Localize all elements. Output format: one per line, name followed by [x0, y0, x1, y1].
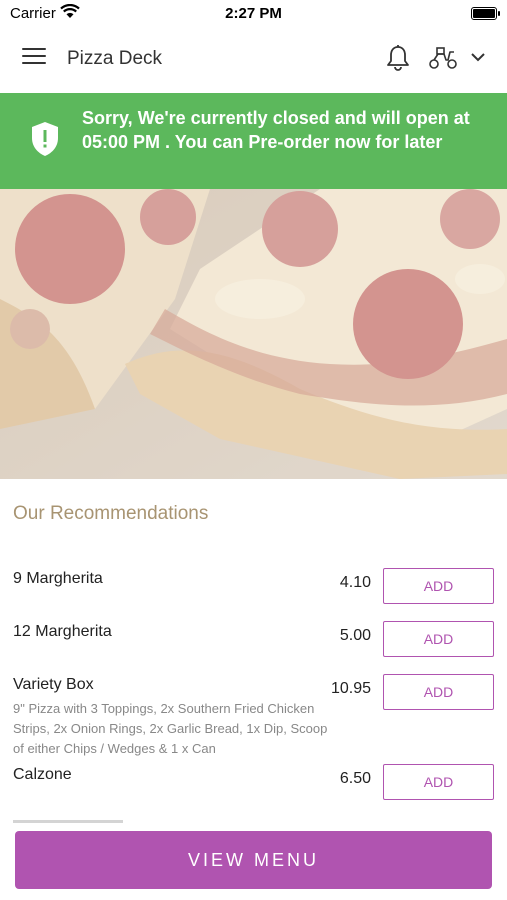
battery-icon — [471, 7, 500, 20]
item-name: 12 Margherita — [13, 623, 112, 640]
item-price: 4.10 — [339, 574, 371, 591]
hero-pizza-image — [0, 189, 507, 479]
closed-notice-banner: Sorry, We're currently closed and will o… — [0, 93, 507, 189]
item-name: 9 Margherita — [13, 570, 103, 587]
clipped-list-item — [13, 818, 143, 824]
add-button[interactable]: ADD — [383, 621, 494, 657]
section-title-recommendations: Our Recommendations — [13, 503, 209, 524]
item-description: 9" Pizza with 3 Toppings, 2x Southern Fr… — [13, 701, 328, 756]
item-price: 10.95 — [330, 680, 371, 697]
add-button[interactable]: ADD — [383, 674, 494, 710]
closed-notice-text: Sorry, We're currently closed and will o… — [82, 108, 470, 152]
scooter-icon[interactable] — [428, 46, 458, 70]
item-name: Variety Box — [13, 676, 94, 693]
status-bar: Carrier 2:27 PM — [0, 0, 507, 28]
chevron-down-icon[interactable] — [470, 50, 486, 64]
view-menu-button[interactable]: VIEW MENU — [15, 831, 492, 889]
hamburger-menu-icon[interactable] — [22, 48, 46, 68]
shield-icon — [32, 122, 58, 156]
top-navbar: Pizza Deck — [0, 28, 507, 92]
item-name: Calzone — [13, 766, 72, 783]
app-title: Pizza Deck — [67, 48, 163, 69]
clock: 2:27 PM — [225, 5, 282, 22]
item-price: 6.50 — [339, 770, 371, 787]
bell-icon[interactable] — [385, 44, 411, 72]
add-button[interactable]: ADD — [383, 568, 494, 604]
add-button[interactable]: ADD — [383, 764, 494, 800]
item-price: 5.00 — [339, 627, 371, 644]
